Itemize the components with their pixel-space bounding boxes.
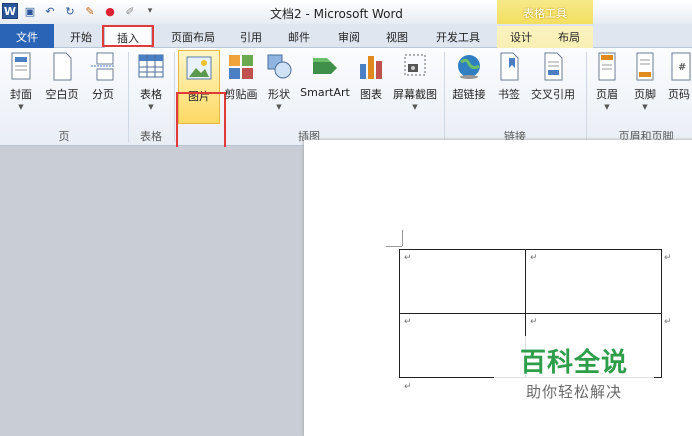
paragraph-mark: ↵: [530, 317, 538, 327]
watermark-sub-text: 助你轻松解决: [525, 383, 622, 401]
shapes-button[interactable]: 形状 ▼: [262, 52, 296, 111]
globe-icon: [455, 52, 483, 82]
table-button[interactable]: 表格 ▼: [134, 52, 168, 111]
chevron-down-icon: ▼: [604, 103, 610, 111]
page-number-icon: #: [668, 52, 692, 82]
table-icon: [137, 52, 165, 82]
pen-icon[interactable]: ✐: [122, 3, 138, 19]
cover-page-button[interactable]: 封面 ▼: [4, 52, 38, 111]
chart-button[interactable]: 图表: [354, 52, 388, 102]
color-icon[interactable]: ●: [102, 3, 118, 19]
screenshot-button[interactable]: 屏幕截图 ▼: [390, 52, 440, 111]
hyperlink-button[interactable]: 超链接: [450, 52, 488, 102]
paragraph-mark: ↵: [404, 317, 412, 327]
header-icon: [593, 52, 621, 82]
undo-icon[interactable]: ↶: [42, 3, 58, 19]
clipart-icon: [227, 52, 255, 82]
watermark-main-text: 百科全说: [519, 348, 628, 378]
paragraph-mark: ↵: [404, 382, 412, 392]
pages-group-label: 页: [58, 130, 70, 143]
chart-icon: [357, 52, 385, 82]
crop-mark: [402, 230, 403, 246]
watermark: 百科全说 助你轻松解决: [494, 336, 654, 406]
paragraph-mark: ↵: [664, 253, 672, 263]
picture-icon: [185, 54, 213, 84]
tab-mailings[interactable]: 邮件: [280, 26, 318, 48]
blank-page-icon: [48, 52, 76, 82]
chevron-down-icon: ▼: [148, 103, 154, 111]
tab-references[interactable]: 引用: [232, 26, 270, 48]
tables-group-label: 表格: [140, 130, 162, 143]
bookmark-icon: [495, 52, 523, 82]
tab-review[interactable]: 审阅: [330, 26, 368, 48]
insert-tab-highlight: [102, 25, 154, 47]
window-title: 文档2 - Microsoft Word: [270, 7, 403, 21]
svg-text:#: #: [678, 62, 686, 73]
customize-qat-icon[interactable]: ▾: [142, 3, 158, 19]
bookmark-button[interactable]: 书签: [494, 52, 524, 102]
crop-mark: [386, 246, 402, 247]
table-cell[interactable]: [525, 249, 662, 314]
chevron-down-icon: ▼: [18, 103, 24, 111]
chevron-down-icon: ▼: [642, 103, 648, 111]
footer-icon: [631, 52, 659, 82]
cross-reference-icon: [539, 52, 567, 82]
ribbon: 封面 ▼ 空白页 分页 页 表格 ▼ 表格 图片 剪贴画 形状 ▼ SmartA…: [0, 48, 692, 184]
table-cell[interactable]: [399, 249, 526, 314]
screenshot-icon: [401, 52, 429, 82]
word-logo-icon[interactable]: W: [2, 3, 18, 19]
paragraph-mark: ↵: [404, 253, 412, 263]
tab-page-layout[interactable]: 页面布局: [162, 26, 224, 48]
redo-icon[interactable]: ↻: [62, 3, 78, 19]
chevron-down-icon: ▼: [412, 103, 418, 111]
footer-button[interactable]: 页脚 ▼: [630, 52, 660, 111]
quick-access-toolbar: W ▣ ↶ ↻ ✎ ● ✐ ▾: [2, 3, 158, 19]
table-tools-header: 表格工具: [497, 0, 593, 24]
cross-reference-button[interactable]: 交叉引用: [528, 52, 578, 102]
paragraph-mark: ↵: [530, 253, 538, 263]
page-number-button[interactable]: # 页码: [668, 52, 692, 102]
paragraph-mark: ↵: [664, 317, 672, 327]
tab-home[interactable]: 开始: [62, 26, 100, 48]
chevron-down-icon: ▼: [276, 103, 282, 111]
cover-page-icon: [7, 52, 35, 82]
shapes-icon: [265, 52, 293, 82]
smartart-icon: [311, 52, 339, 82]
header-button[interactable]: 页眉 ▼: [592, 52, 622, 111]
title-bar: W ▣ ↶ ↻ ✎ ● ✐ ▾ 文档2 - Microsoft Word 表格工…: [0, 0, 692, 24]
clipart-button[interactable]: 剪贴画: [224, 52, 258, 102]
page-break-button[interactable]: 分页: [86, 52, 120, 102]
page-break-icon: [89, 52, 117, 82]
tab-layout[interactable]: 布局: [545, 26, 593, 48]
tab-file[interactable]: 文件: [0, 24, 54, 48]
format-painter-icon[interactable]: ✎: [82, 3, 98, 19]
tab-developer[interactable]: 开发工具: [428, 26, 488, 48]
group-divider: [586, 52, 587, 142]
tab-design[interactable]: 设计: [497, 26, 545, 48]
blank-page-button[interactable]: 空白页: [42, 52, 82, 102]
smartart-button[interactable]: SmartArt: [300, 52, 350, 99]
save-icon[interactable]: ▣: [22, 3, 38, 19]
tab-view[interactable]: 视图: [378, 26, 416, 48]
